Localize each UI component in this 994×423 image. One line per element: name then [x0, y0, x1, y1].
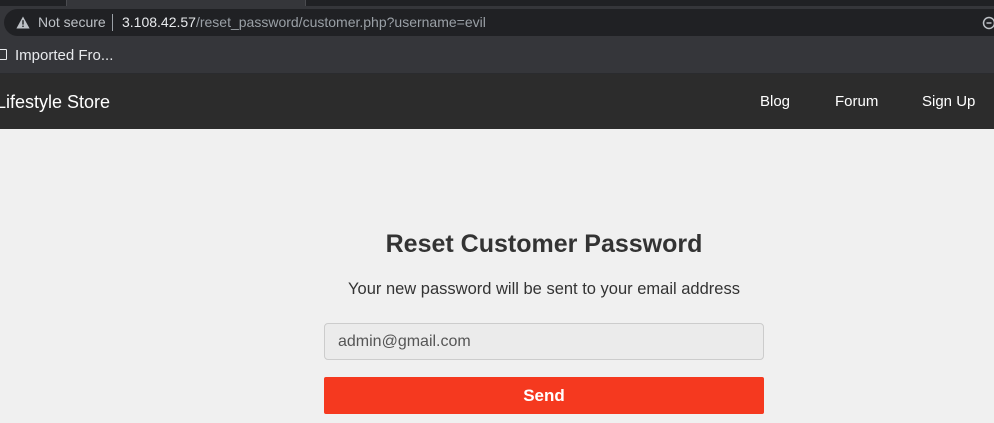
email-field[interactable]	[324, 323, 764, 360]
brand-logo-link[interactable]: Lifestyle Store	[0, 91, 110, 113]
bookmark-imported[interactable]: Imported Fro...	[15, 47, 113, 65]
zoom-icon[interactable]	[982, 16, 994, 30]
nav-link-sign-up[interactable]: Sign Up	[922, 93, 975, 111]
browser-toolbar: Not secure 3.108.42.57/reset_password/cu…	[0, 6, 994, 38]
omnibox-divider	[112, 14, 113, 31]
page-title: Reset Customer Password	[385, 230, 703, 258]
send-button[interactable]: Send	[324, 377, 764, 414]
url-path: /reset_password/customer.php?username=ev…	[195, 14, 486, 30]
bookmarks-bar: Imported Fro...	[0, 38, 994, 74]
form-description: Your new password will be sent to your e…	[348, 280, 740, 298]
folder-icon	[0, 49, 7, 60]
nav-link-blog[interactable]: Blog	[760, 93, 790, 111]
nav-link-forum[interactable]: Forum	[835, 93, 878, 111]
site-navbar: Lifestyle Store Blog Forum Sign Up	[0, 74, 994, 129]
security-status-label[interactable]: Not secure	[38, 14, 106, 31]
url-host: 3.108.42.57	[122, 14, 196, 30]
url-text[interactable]: 3.108.42.57/reset_password/customer.php?…	[122, 14, 486, 31]
warning-triangle-icon[interactable]	[16, 16, 30, 29]
address-bar[interactable]: Not secure 3.108.42.57/reset_password/cu…	[4, 9, 994, 36]
